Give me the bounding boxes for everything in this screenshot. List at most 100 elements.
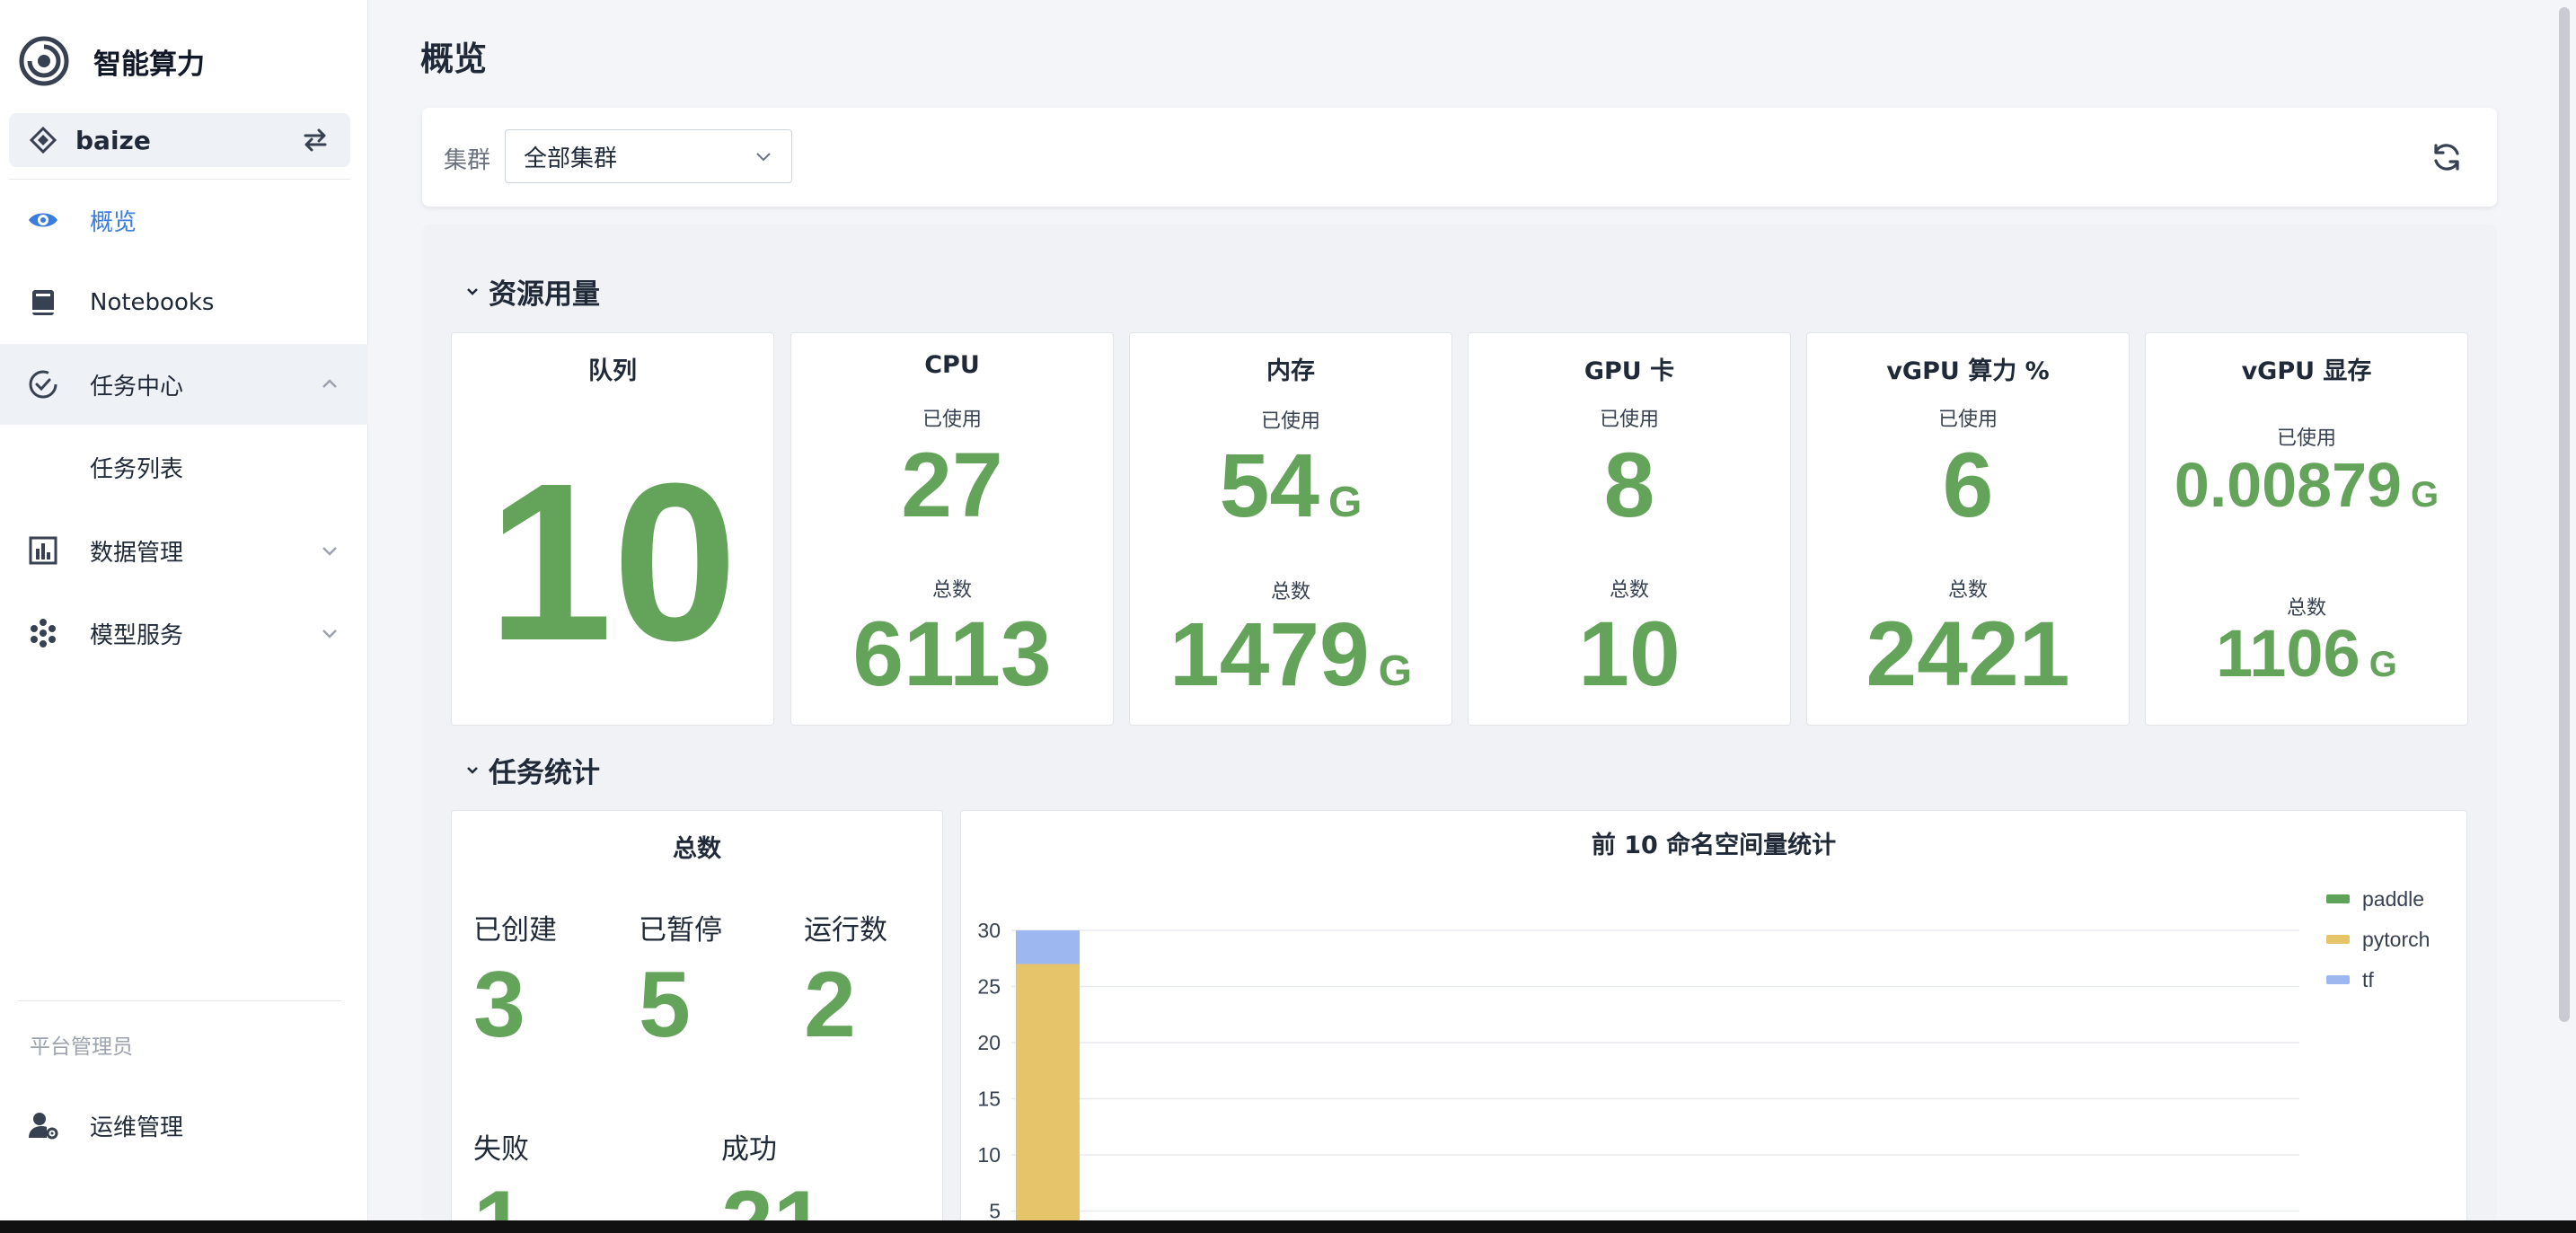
- task-total-card: 总数 已创建 3 已暂停 5 运行数 2 失败 1 成功 21: [451, 810, 943, 1233]
- used-label: 已使用: [1260, 410, 1320, 433]
- chevron-down-icon: [467, 287, 478, 295]
- queue-card: 队列 10: [451, 332, 774, 726]
- cpu-total-value: 6113: [852, 603, 1052, 705]
- sidebar-item-label: 任务列表: [90, 455, 184, 483]
- cluster-filter-bar: 集群 全部集群: [422, 108, 2497, 207]
- card-title: vGPU 显存: [2241, 357, 2372, 385]
- swap-icon[interactable]: [300, 125, 331, 155]
- vgpu-memory-used: 0.00879 G: [2146, 454, 2467, 516]
- sidebar-item-label: 任务中心: [90, 373, 184, 401]
- paused-label: 已暂停: [639, 914, 722, 947]
- sidebar-item-task-center[interactable]: 任务中心: [0, 344, 368, 425]
- memory-card: 内存 已使用 54 G 总数 1479 G: [1129, 332, 1452, 726]
- data-chart-icon: [27, 534, 59, 567]
- sidebar-item-task-list[interactable]: 任务列表: [0, 427, 368, 507]
- model-nodes-icon: [27, 617, 59, 649]
- used-label: 已使用: [1599, 409, 1659, 431]
- scrollbar-thumb[interactable]: [2559, 7, 2570, 1022]
- legend-label: pytorch: [2362, 928, 2430, 951]
- task-stats-header[interactable]: 任务统计: [463, 750, 600, 790]
- created-value: 3: [473, 953, 525, 1057]
- chevron-up-icon: [322, 379, 337, 388]
- card-title: GPU 卡: [1584, 357, 1675, 385]
- queue-value: 10: [487, 436, 738, 687]
- chevron-down-icon: [467, 766, 478, 774]
- sidebar-item-notebooks[interactable]: Notebooks: [0, 262, 368, 343]
- chevron-down-icon: [322, 630, 337, 639]
- y-tick-label: 10: [977, 1143, 1001, 1167]
- resource-usage-header[interactable]: 资源用量: [463, 271, 600, 312]
- app-title: 智能算力: [93, 48, 205, 81]
- memory-used-unit: G: [1328, 479, 1363, 526]
- sidebar: 智能算力 baize 概览 Notebooks 任务中心 任务列表 数据管理 模…: [0, 0, 368, 1233]
- user-gear-icon: [27, 1109, 59, 1141]
- running-label: 运行数: [804, 914, 887, 947]
- failed-label: 失败: [473, 1133, 529, 1166]
- memory-used-value: 54: [1219, 436, 1319, 536]
- memory-total: 1479 G: [1130, 610, 1451, 700]
- workspace-icon: [29, 126, 57, 154]
- memory-used: 54 G: [1130, 441, 1451, 531]
- y-tick-label: 5: [989, 1200, 1001, 1223]
- sidebar-item-ops[interactable]: 运维管理: [0, 1085, 368, 1166]
- namespace-bar-chart: 5 10 15 20 25 30 paddle pytorch tf: [977, 887, 2430, 1232]
- sidebar-item-label: 数据管理: [90, 539, 184, 567]
- sidebar-item-label: Notebooks: [90, 289, 215, 316]
- vgpu-memory-total: 1106 G: [2146, 621, 2467, 687]
- card-title: CPU: [924, 351, 980, 379]
- bar-segment-tf: [1016, 930, 1080, 964]
- brand[interactable]: 智能算力: [18, 34, 205, 88]
- gpu-used-value: 8: [1603, 434, 1655, 536]
- legend-swatch: [2326, 935, 2350, 944]
- total-label: 总数: [931, 579, 972, 602]
- chevron-down-icon: [322, 547, 337, 556]
- total-label: 总数: [1947, 579, 1988, 602]
- total-label: 总数: [1609, 579, 1649, 602]
- vgpu-memory-total-unit: G: [2369, 645, 2397, 684]
- eye-icon: [27, 204, 59, 236]
- vgpu-compute-card: vGPU 算力 % 已使用 6 总数 2421: [1806, 332, 2130, 726]
- legend-label: tf: [2362, 968, 2374, 991]
- cluster-select[interactable]: 全部集群: [505, 129, 792, 183]
- sidebar-item-label: 运维管理: [90, 1114, 184, 1141]
- page-title: 概览: [420, 40, 487, 78]
- card-title: 队列: [588, 357, 637, 385]
- memory-total-value: 1479: [1169, 604, 1370, 705]
- gpu-total-value: 10: [1578, 603, 1681, 705]
- running-value: 2: [804, 953, 856, 1057]
- card-title: 内存: [1266, 357, 1315, 385]
- vgpu-compute-used-value: 6: [1942, 434, 1994, 536]
- refresh-icon[interactable]: [2429, 139, 2465, 175]
- vgpu-memory-total-value: 1106: [2216, 616, 2360, 691]
- vgpu-memory-used-unit: G: [2410, 475, 2439, 515]
- y-tick-label: 25: [977, 975, 1001, 999]
- y-tick-label: 30: [977, 919, 1001, 942]
- section-title: 任务统计: [489, 757, 600, 789]
- task-check-icon: [27, 368, 59, 401]
- created-label: 已创建: [473, 914, 557, 947]
- sidebar-item-overview[interactable]: 概览: [0, 180, 368, 260]
- sidebar-item-data-management[interactable]: 数据管理: [0, 510, 368, 591]
- sidebar-item-model-service[interactable]: 模型服务: [0, 593, 368, 674]
- cluster-select-value: 全部集群: [524, 145, 618, 172]
- legend-swatch: [2326, 975, 2350, 984]
- card-title: vGPU 算力 %: [1886, 357, 2050, 385]
- cpu-used-value: 27: [901, 434, 1003, 536]
- paused-value: 5: [639, 953, 691, 1057]
- sidebar-item-label: 概览: [90, 208, 137, 236]
- vgpu-memory-used-value: 0.00879: [2174, 450, 2402, 520]
- section-title: 资源用量: [489, 278, 600, 311]
- vgpu-memory-card: vGPU 显存 已使用 0.00879 G 总数 1106 G: [2145, 332, 2468, 726]
- workspace-switcher[interactable]: baize: [9, 113, 350, 167]
- cpu-card: CPU 已使用 27 总数 6113: [790, 332, 1114, 726]
- book-icon: [27, 286, 59, 319]
- vgpu-compute-total-value: 2421: [1866, 603, 2070, 705]
- bar-segment-pytorch: [1016, 964, 1080, 1232]
- card-title: 总数: [673, 835, 721, 863]
- chevron-down-icon: [756, 153, 771, 162]
- gpu-card: GPU 卡 已使用 8 总数 10: [1468, 332, 1791, 726]
- sidebar-item-label: 模型服务: [90, 621, 184, 649]
- y-tick-label: 15: [977, 1088, 1001, 1111]
- admin-section-label: 平台管理员: [30, 1035, 133, 1059]
- workspace-name: baize: [75, 125, 151, 155]
